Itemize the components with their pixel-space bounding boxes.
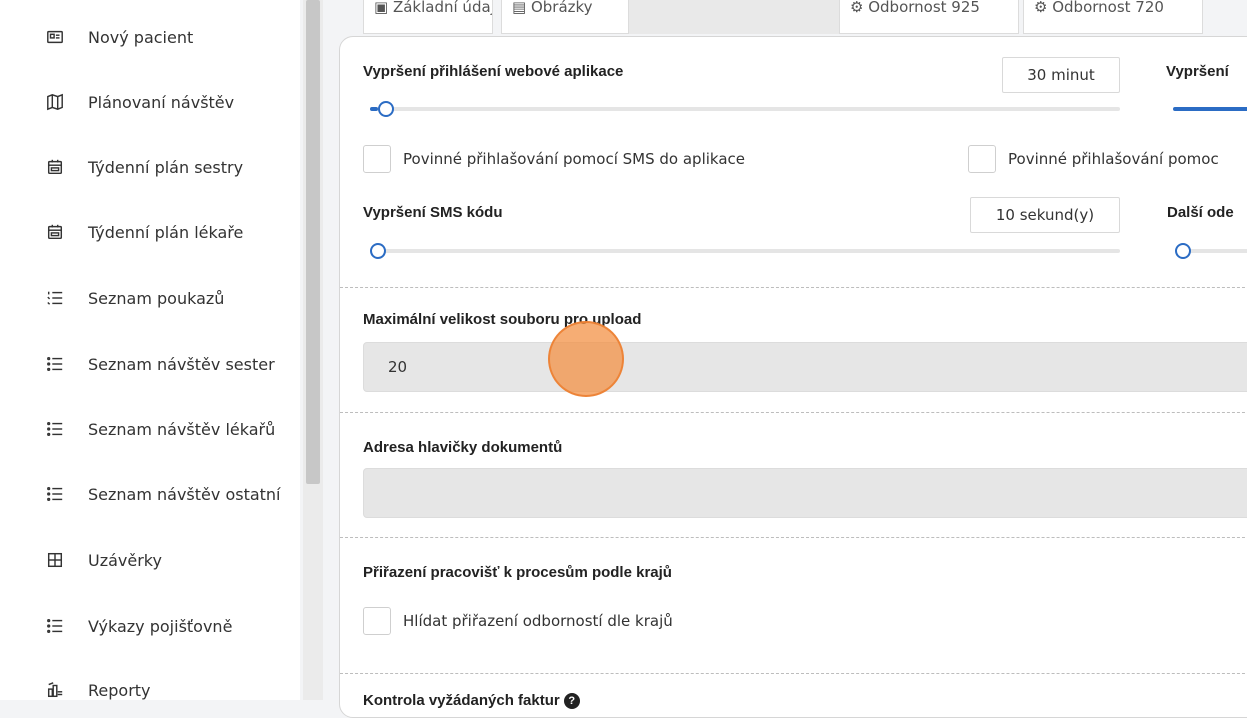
sidebar-scrollbar-thumb[interactable] (306, 0, 320, 484)
id-card-icon (44, 26, 66, 48)
divider (340, 537, 1247, 538)
bottom-section-label-text: Kontrola vyžádaných faktur (363, 692, 560, 709)
sidebar-item-label: Plánovaní návštěv (88, 92, 235, 112)
tab-label: Odbornost 720 (1052, 0, 1164, 16)
sidebar-item-label: Seznam poukazů (88, 288, 225, 308)
sidebar-item-visit-planning[interactable]: Plánovaní návštěv (44, 87, 234, 117)
sms-login-checkbox-label: Povinné přihlašování pomocí SMS do aplik… (403, 150, 745, 168)
sidebar-item-label: Týdenní plán lékaře (88, 222, 244, 242)
web-timeout-label: Vypršení přihlášení webové aplikace (363, 63, 624, 80)
images-icon: ▤ (512, 0, 531, 16)
max-upload-input[interactable]: 20 (363, 342, 1247, 392)
sidebar-item-weekly-doctor[interactable]: Týdenní plán lékaře (44, 217, 243, 247)
sidebar-item-label: Seznam návštěv ostatní (88, 484, 281, 504)
divider (340, 287, 1247, 288)
list-icon (44, 353, 66, 375)
next-send-label: Další ode (1167, 204, 1234, 221)
sidebar-item-reports[interactable]: Reporty (44, 675, 151, 705)
sidebar-item-closures[interactable]: Uzávěrky (44, 545, 162, 575)
tab-images[interactable]: ▤ Obrázky (501, 0, 629, 34)
main-content: ▣ Základní údaje ▤ Obrázky ⚙ Odbornost 9… (323, 0, 1247, 718)
gear-icon: ⚙ (850, 0, 869, 16)
calendar-icon (44, 156, 66, 178)
bottom-section-label: Kontrola vyžádaných faktur? (363, 692, 580, 710)
calendar-icon (44, 221, 66, 243)
sms-login-checkbox[interactable] (363, 145, 391, 173)
right-timeout-slider-fill (1173, 107, 1247, 111)
sidebar-item-label: Uzávěrky (88, 550, 162, 570)
click-indicator (548, 321, 624, 397)
tab-basic-info[interactable]: ▣ Základní údaje (363, 0, 493, 34)
sidebar-item-label: Seznam návštěv lékařů (88, 419, 276, 439)
doc-header-input[interactable] (363, 468, 1247, 518)
web-timeout-slider-track[interactable] (370, 107, 1120, 111)
map-icon (44, 91, 66, 113)
sms-code-timeout-value: 10 sekund(y) (970, 197, 1120, 233)
tab-label: Obrázky (530, 0, 593, 16)
help-icon[interactable]: ? (563, 693, 580, 710)
list-icon (44, 418, 66, 440)
right-timeout-label: Vypršení (1166, 63, 1229, 80)
tab-specialty-720[interactable]: ⚙ Odbornost 720 (1023, 0, 1203, 34)
list-icon (44, 483, 66, 505)
gear-icon: ⚙ (1034, 0, 1053, 16)
sms-code-slider-track[interactable] (370, 249, 1120, 253)
sidebar-item-label: Reporty (88, 680, 151, 700)
sidebar-item-label: Výkazy pojišťovně (88, 616, 233, 636)
web-timeout-slider-fill (370, 107, 378, 111)
tab-active-gap (629, 0, 839, 34)
sidebar-item-nurse-visits[interactable]: Seznam návštěv sester (44, 349, 275, 379)
watch-assign-checkbox[interactable] (363, 607, 391, 635)
settings-panel: Vypršení přihlášení webové aplikace 30 m… (339, 36, 1247, 718)
sidebar: Nový pacient Plánovaní návštěv Týdenní p… (0, 0, 300, 700)
table-icon (44, 549, 66, 571)
report-icon (44, 679, 66, 701)
sidebar-item-label: Týdenní plán sestry (88, 157, 244, 177)
web-timeout-value: 30 minut (1002, 57, 1120, 93)
next-send-slider-knob[interactable] (1175, 243, 1191, 259)
divider (340, 412, 1247, 413)
info-icon: ▣ (374, 0, 393, 16)
sms-code-slider-knob[interactable] (370, 243, 386, 259)
watch-assign-checkbox-label: Hlídat přiřazení odborností dle krajů (403, 612, 673, 630)
tab-label: Základní údaje (392, 0, 493, 16)
doc-header-label: Adresa hlavičky dokumentů (363, 439, 563, 456)
sidebar-item-new-patient[interactable]: Nový pacient (44, 22, 193, 52)
sidebar-item-other-visits[interactable]: Seznam návštěv ostatní (44, 479, 281, 509)
ordered-list-icon (44, 287, 66, 309)
sidebar-item-vouchers[interactable]: Seznam poukazů (44, 283, 224, 313)
web-timeout-slider-knob[interactable] (378, 101, 394, 117)
sidebar-item-weekly-nurse[interactable]: Týdenní plán sestry (44, 152, 243, 182)
list-icon (44, 615, 66, 637)
divider (340, 673, 1247, 674)
sidebar-item-doctor-visits[interactable]: Seznam návštěv lékařů (44, 414, 275, 444)
tab-specialty-925[interactable]: ⚙ Odbornost 925 (839, 0, 1019, 34)
tab-label: Odbornost 925 (868, 0, 980, 16)
region-assign-label: Přiřazení pracovišť k procesům podle kra… (363, 564, 672, 581)
sms-code-timeout-label: Vypršení SMS kódu (363, 204, 503, 221)
sms-login-checkbox-right[interactable] (968, 145, 996, 173)
tab-bar: ▣ Základní údaje ▤ Obrázky ⚙ Odbornost 9… (363, 0, 1247, 34)
sidebar-item-label: Nový pacient (88, 27, 194, 47)
sidebar-item-label: Seznam návštěv sester (88, 354, 275, 374)
sidebar-item-insurance-reports[interactable]: Výkazy pojišťovně (44, 611, 232, 641)
sms-login-checkbox-right-label: Povinné přihlašování pomoc (1008, 150, 1219, 168)
